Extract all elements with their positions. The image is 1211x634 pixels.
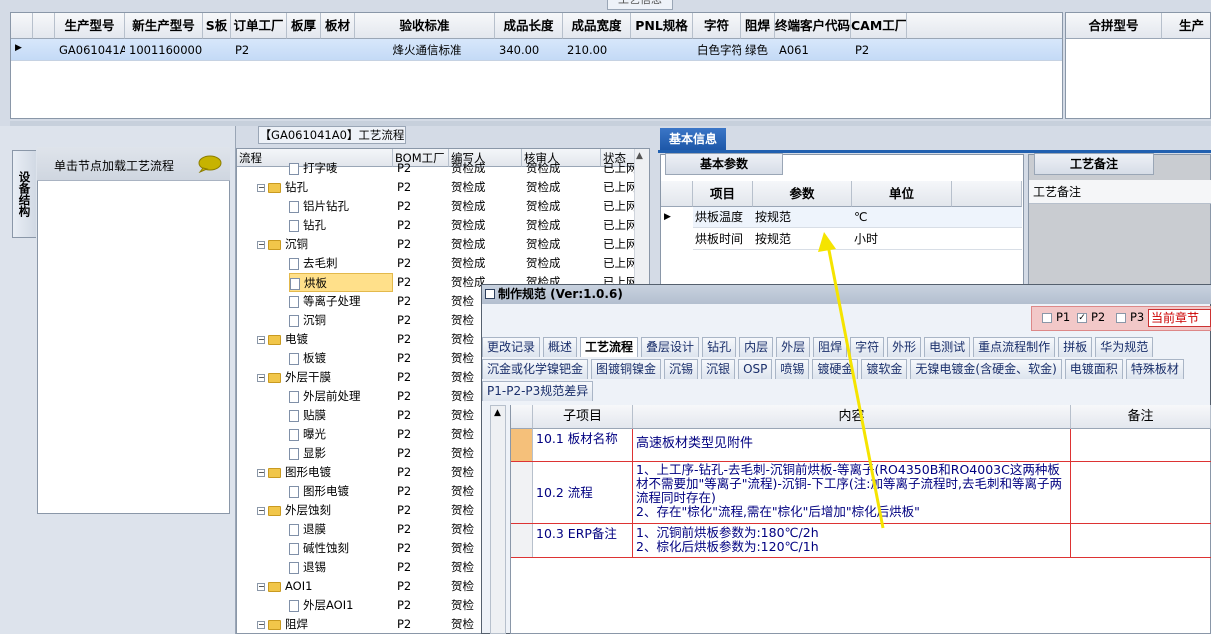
annotation-arrow	[818, 232, 885, 529]
